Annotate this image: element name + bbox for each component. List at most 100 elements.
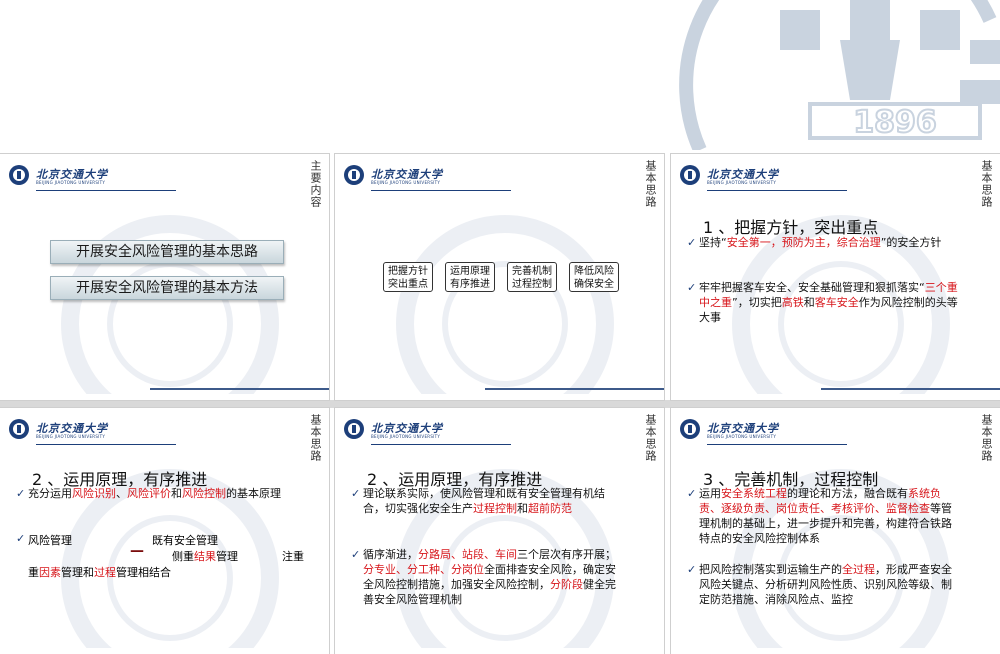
text-run-highlight: 全过程 [842, 563, 875, 576]
slide-header: 北京交通大学 BEIJING JIAOTONG UNIVERSITY [8, 416, 188, 452]
text-run-highlight: 安全系统工程 [721, 487, 787, 500]
box-line: 运用原理 [450, 266, 490, 277]
text-run: 重 [28, 566, 39, 579]
text-run-highlight: 超前防范 [528, 502, 572, 515]
text-run-highlight: 高铁 [781, 296, 804, 309]
box-line: 过程控制 [512, 279, 552, 290]
box-improve-mechanism: 完善机制 过程控制 [507, 262, 557, 292]
header-rule [371, 444, 511, 445]
box-line: 有序推进 [450, 279, 490, 290]
box-grasp-policy: 把握方针 突出重点 [383, 262, 433, 292]
slide-side-title: 基本思路 [980, 414, 993, 462]
footer-rule [821, 388, 1000, 390]
slide-side-title: 主要内容 [309, 160, 322, 208]
checkmark-icon: ✓ [687, 281, 697, 294]
text-run: 充分运用 [28, 487, 72, 500]
seal-year: 1896 [853, 105, 937, 140]
dash-connector: — [130, 543, 144, 559]
text-run-highlight: 风险评价 [127, 487, 171, 500]
text-run: 管理 [216, 550, 238, 563]
text-run: ”的安全方针 [880, 236, 942, 249]
slide-row-gap [0, 400, 1000, 408]
slide-thumbnail-3[interactable]: 北京交通大学 BEIJING JIAOTONG UNIVERSITY 基本思路 … [670, 153, 1000, 401]
text-run: 管理和 [61, 566, 94, 579]
text-run: 三个层次有序开展； [517, 548, 616, 561]
bullet-item: ✓ 风险管理 既有安全管理 — 侧重结果管理 注重 注重重因素管理和过程管理相结… [0, 532, 329, 582]
text-run: 、 [116, 487, 127, 500]
slide-thumbnail-4[interactable]: 北京交通大学 BEIJING JIAOTONG UNIVERSITY 基本思路 … [0, 407, 330, 654]
text-run-highlight: 结果 [194, 550, 216, 563]
text-run-highlight: 因素 [39, 566, 61, 579]
checkmark-icon: ✓ [687, 563, 697, 576]
slide-side-title: 基本思路 [644, 160, 657, 208]
box-line: 完善机制 [512, 266, 552, 277]
slide-thumbnail-1[interactable]: 北京交通大学 BEIJING JIAOTONG UNIVERSITY 主要内容 … [0, 153, 330, 401]
menu-item-basic-ideas[interactable]: 开展安全风险管理的基本思路 [50, 240, 284, 264]
text-run: 管理相结合 [116, 566, 171, 579]
footer-rule [485, 388, 664, 390]
text-run-group: 注重重因素管理和过程管理相结合 [28, 564, 171, 580]
university-logo-icon [344, 165, 364, 185]
university-logo-icon [9, 165, 29, 185]
slide-thumbnail-2[interactable]: 北京交通大学 BEIJING JIAOTONG UNIVERSITY 基本思路 … [334, 153, 665, 401]
text-run: 既有安全管理 [152, 534, 218, 547]
text-run-highlight: 分专业、分工种、分岗位 [363, 563, 484, 576]
text-run: 把风险控制落实到运输生产的 [699, 563, 842, 576]
slide-side-title: 基本思路 [644, 414, 657, 462]
text-run: 运用 [699, 487, 721, 500]
header-rule [36, 444, 176, 445]
slide-header: 北京交通大学 BEIJING JIAOTONG UNIVERSITY [343, 162, 523, 198]
text-run: 的基本原理 [226, 487, 281, 500]
checkmark-icon: ✓ [687, 236, 697, 249]
university-name-en: BEIJING JIAOTONG UNIVERSITY [36, 434, 106, 439]
university-logo-icon [680, 419, 700, 439]
menu-item-basic-methods[interactable]: 开展安全风险管理的基本方法 [50, 276, 284, 300]
text-run-highlight: 分阶段 [550, 578, 583, 591]
bullet-item: ✓ 充分运用风险识别、风险评价和风险控制的基本原理 [16, 486, 298, 501]
bullet-item: ✓ 循序渐进，分路局、站段、车间三个层次有序开展；分专业、分工种、分岗位全面排查… [351, 547, 625, 607]
slide-header: 北京交通大学 BEIJING JIAOTONG UNIVERSITY [8, 162, 188, 198]
text-run: 的理论和方法，融合既有 [787, 487, 908, 500]
box-line: 突出重点 [388, 279, 428, 290]
watermark-seal-icon [396, 215, 614, 394]
bullet-item: ✓ 理论联系实际，使风险管理和既有安全管理有机结合，切实强化安全生产过程控制和超… [351, 486, 625, 516]
bullet-item: ✓ 运用安全系统工程的理论和方法，融合既有系统负责、逐级负责、岗位责任、考核评价… [687, 486, 961, 546]
university-name-en: BEIJING JIAOTONG UNIVERSITY [371, 434, 441, 439]
text-run-highlight: 客车安全 [814, 296, 859, 309]
text-run: 和 [171, 487, 182, 500]
text-run: ”，切实把 [732, 296, 782, 309]
text-run-highlight: 过程 [94, 566, 116, 579]
slide-thumbnail-5[interactable]: 北京交通大学 BEIJING JIAOTONG UNIVERSITY 基本思路 … [334, 407, 665, 654]
text-run-highlight: 过程控制 [473, 502, 517, 515]
bullet-item: ✓ 牢牢把握客车安全、安全基础管理和狠抓落实“三个重中之重”，切实把高铁和客车安… [687, 280, 961, 325]
text-run: 和 [803, 296, 815, 309]
checkmark-icon: ✓ [351, 487, 361, 500]
footer-rule [150, 388, 329, 390]
text-run: 坚持“ [699, 236, 727, 249]
checkmark-icon: ✓ [16, 532, 26, 545]
box-line: 降低风险 [574, 266, 614, 277]
text-run: 侧重 [172, 550, 194, 563]
university-logo-icon [344, 419, 364, 439]
bullet-item: ✓ 坚持“安全第一，预防为主，综合治理”的安全方针 [687, 235, 961, 250]
university-name-en: BEIJING JIAOTONG UNIVERSITY [36, 180, 106, 185]
slide-header: 北京交通大学 BEIJING JIAOTONG UNIVERSITY [679, 162, 859, 198]
checkmark-icon: ✓ [351, 548, 361, 561]
university-seal-icon: 1896 [679, 0, 1000, 150]
text-run-highlight: 风险控制 [182, 487, 226, 500]
university-name-en: BEIJING JIAOTONG UNIVERSITY [371, 180, 441, 185]
header-rule [36, 190, 176, 191]
university-name-en: BEIJING JIAOTONG UNIVERSITY [707, 434, 777, 439]
slide-header: 北京交通大学 BEIJING JIAOTONG UNIVERSITY [679, 416, 859, 452]
slide-thumbnail-6[interactable]: 北京交通大学 BEIJING JIAOTONG UNIVERSITY 基本思路 … [670, 407, 1000, 654]
text-run: 风险管理 [28, 534, 72, 547]
header-rule [707, 444, 847, 445]
box-reduce-risk: 降低风险 确保安全 [569, 262, 619, 292]
header-rule [707, 190, 847, 191]
box-line: 把握方针 [388, 266, 428, 277]
box-line: 确保安全 [574, 279, 614, 290]
text-run: 牢牢把握客车安全、安全基础管理和狠抓落实“ [699, 281, 925, 294]
university-logo-icon [680, 165, 700, 185]
checkmark-icon: ✓ [687, 487, 697, 500]
slide-header: 北京交通大学 BEIJING JIAOTONG UNIVERSITY [343, 416, 523, 452]
